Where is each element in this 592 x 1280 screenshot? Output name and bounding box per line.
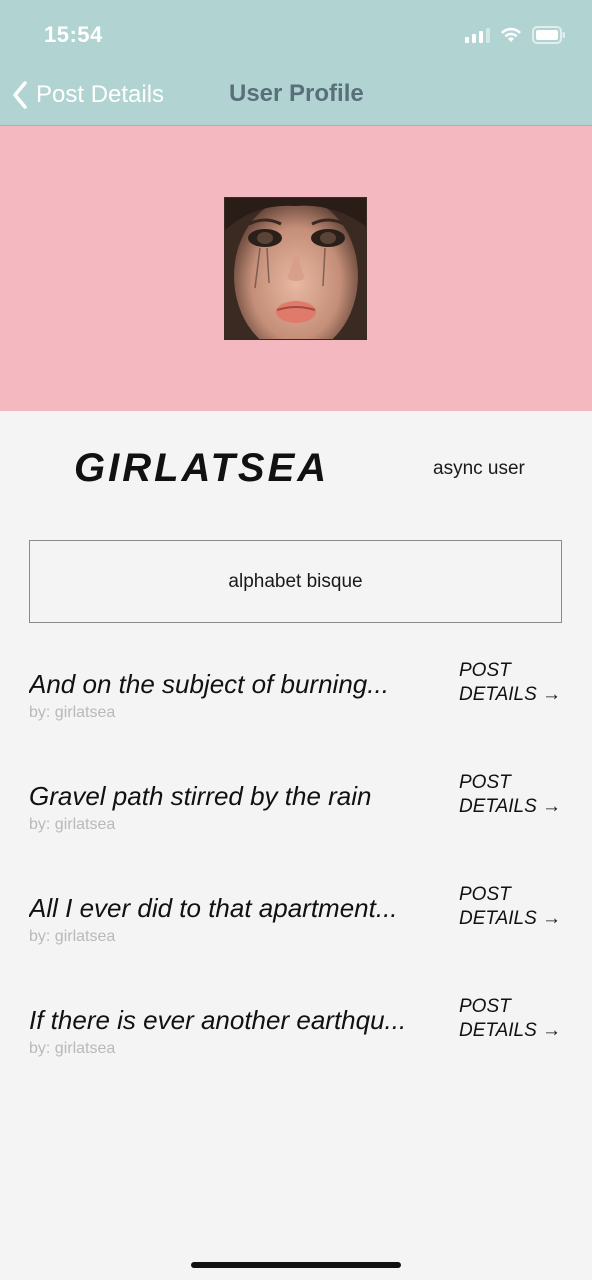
post-details-link-line1: POST bbox=[459, 660, 511, 681]
cellular-signal-icon bbox=[465, 27, 490, 43]
page-title: User Profile bbox=[229, 80, 364, 107]
post-details-link-line2: DETAILS → bbox=[459, 796, 562, 817]
post-details-link-line1: POST bbox=[459, 884, 511, 905]
status-icons bbox=[465, 26, 566, 44]
post-list-item: All I ever did to that apartment... by: … bbox=[29, 884, 562, 963]
post-details-link[interactable]: POST DETAILS → bbox=[459, 995, 561, 1043]
post-title[interactable]: And on the subject of burning... bbox=[29, 669, 437, 700]
profile-bio-box: alphabet bisque bbox=[29, 540, 562, 623]
post-title[interactable]: If there is ever another earthqu... bbox=[29, 1005, 437, 1036]
profile-bio-text: alphabet bisque bbox=[228, 570, 363, 592]
post-details-link-line1: POST bbox=[459, 996, 511, 1017]
post-title[interactable]: All I ever did to that apartment... bbox=[29, 893, 437, 924]
back-button-label: Post Details bbox=[36, 81, 165, 108]
chevron-left-icon bbox=[13, 81, 27, 109]
status-time: 15:54 bbox=[44, 22, 103, 47]
post-details-link[interactable]: POST DETAILS → bbox=[459, 771, 561, 819]
post-details-link-line1: POST bbox=[459, 772, 511, 793]
post-list-item: Gravel path stirred by the rain by: girl… bbox=[29, 772, 562, 851]
profile-role: async user bbox=[433, 458, 525, 479]
back-button[interactable]: Post Details bbox=[12, 78, 164, 112]
wifi-icon bbox=[500, 27, 522, 43]
post-details-link-line2: DETAILS → bbox=[459, 684, 562, 705]
avatar-photo bbox=[224, 197, 367, 340]
post-details-link-line2: DETAILS → bbox=[459, 908, 562, 929]
post-author: by: girlatsea bbox=[29, 1040, 116, 1057]
post-author: by: girlatsea bbox=[29, 928, 116, 945]
post-author: by: girlatsea bbox=[29, 704, 116, 721]
post-title[interactable]: Gravel path stirred by the rain bbox=[29, 781, 437, 812]
battery-icon bbox=[532, 26, 566, 44]
home-indicator[interactable] bbox=[191, 1262, 401, 1268]
post-details-link-line2: DETAILS → bbox=[459, 1020, 562, 1041]
post-details-link[interactable]: POST DETAILS → bbox=[459, 659, 561, 707]
post-details-link[interactable]: POST DETAILS → bbox=[459, 883, 561, 931]
navigation-header: 15:54 Post Details User Profile bbox=[0, 0, 592, 126]
post-author: by: girlatsea bbox=[29, 816, 116, 833]
post-list-item: If there is ever another earthqu... by: … bbox=[29, 996, 562, 1075]
profile-username: GIRLATSEA bbox=[74, 446, 330, 490]
user-profile-screen: 15:54 Post Details User Profile GIRLATSE… bbox=[0, 0, 592, 1280]
post-list-item: And on the subject of burning... by: gir… bbox=[29, 660, 562, 739]
